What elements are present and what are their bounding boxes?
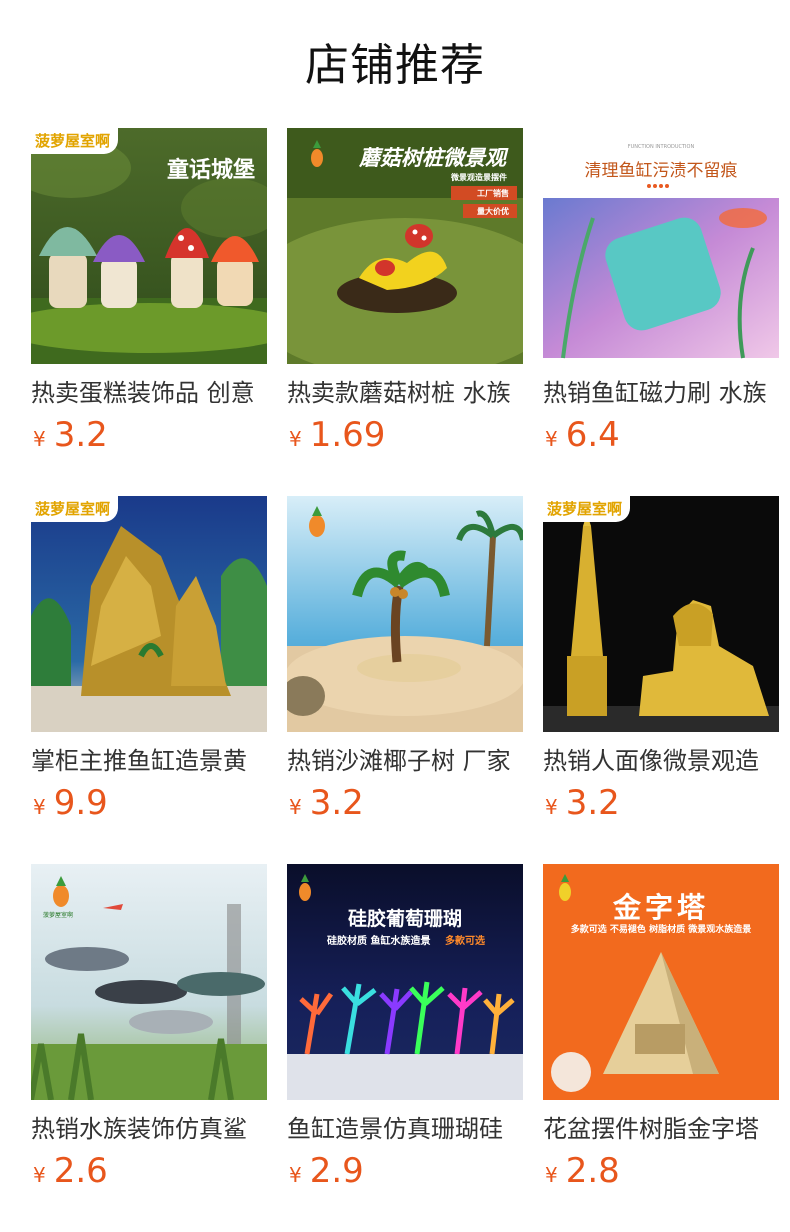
product-image[interactable]: 菠萝屋室啊 [31,496,267,732]
product-card[interactable]: 菠萝屋室啊 热销人面像微景观造 ¥ 3.2 [543,496,779,823]
currency-symbol: ¥ [545,427,558,451]
image-caption: FUNCTION INTRODUCTION [627,144,695,150]
product-title[interactable]: 热销鱼缸磁力刷 水族 [543,377,779,409]
section-title: 店铺推荐 [305,40,485,91]
price-value: 1.69 [309,415,386,455]
image-subtitle: 工厂销售 [477,189,509,198]
price-value: 2.9 [309,1151,364,1191]
product-card[interactable]: 硅胶葡萄珊瑚 硅胶材质 鱼缸水族造景 多款可选 鱼缸造景仿真珊瑚硅 ¥ 2.9 [287,864,523,1191]
image-caption: 童话城堡 [166,158,255,183]
product-card[interactable]: FUNCTION INTRODUCTION 清理鱼缸污渍不留痕 热销鱼缸磁力刷 … [543,128,779,455]
product-card[interactable]: 热销沙滩椰子树 厂家 ¥ 3.2 [287,496,523,823]
product-card[interactable]: 菠萝屋室啊 童话城堡 热卖蛋糕装饰品 创意 ¥ 3.2 [31,128,267,455]
currency-symbol: ¥ [289,1163,302,1187]
product-price: ¥ 3.2 [543,781,620,825]
price-value: 3.2 [309,783,364,823]
currency-symbol: ¥ [289,795,302,819]
image-subtitle: 硅胶材质 鱼缸水族造景 [327,936,431,947]
product-title[interactable]: 鱼缸造景仿真珊瑚硅 [287,1113,523,1145]
product-price: ¥ 1.69 [287,413,385,457]
price-value: 6.4 [565,415,620,455]
product-price: ¥ 9.9 [31,781,108,825]
brand-tag: 菠萝屋室啊 [31,128,119,154]
product-card[interactable]: 菠萝屋室啊 掌柜主推鱼缸造景黄 ¥ 9.9 [31,496,267,823]
product-price: ¥ 3.2 [31,413,108,457]
product-card[interactable]: 菠萝屋室啊 热销水族装饰仿真鲨 ¥ 2.6 [31,864,267,1191]
product-grid: 菠萝屋室啊 童话城堡 热卖蛋糕装饰品 创意 ¥ 3.2 蘑菇树桩微景观 微景观造… [31,128,779,1191]
product-price: ¥ 2.6 [31,1149,108,1193]
product-card[interactable]: 金字塔 多款可选 不易褪色 树脂材质 微景观水族造景 花盆摆件树脂金字塔 ¥ 2… [543,864,779,1191]
brand-tag: 菠萝屋室啊 [31,496,119,522]
price-value: 3.2 [53,415,108,455]
product-title[interactable]: 热销人面像微景观造 [543,745,779,777]
logo-text: 菠萝屋室啊 [43,912,74,919]
price-value: 2.6 [53,1151,108,1191]
image-caption: 蘑菇树桩微景观 [359,146,506,170]
currency-symbol: ¥ [33,795,46,819]
product-title[interactable]: 热销水族装饰仿真鲨 [31,1113,267,1145]
image-subtitle: 多款可选 不易褪色 树脂材质 微景观水族造景 [570,925,752,935]
image-subtitle: 微景观造景摆件 [451,173,507,182]
product-image[interactable] [287,496,523,732]
product-price: ¥ 2.9 [287,1149,364,1193]
product-price: ¥ 6.4 [543,413,620,457]
product-image[interactable]: FUNCTION INTRODUCTION 清理鱼缸污渍不留痕 [543,128,779,364]
product-image[interactable]: 硅胶葡萄珊瑚 硅胶材质 鱼缸水族造景 多款可选 [287,864,523,1100]
product-title[interactable]: 掌柜主推鱼缸造景黄 [31,745,267,777]
product-image[interactable]: 金字塔 多款可选 不易褪色 树脂材质 微景观水族造景 [543,864,779,1100]
price-value: 3.2 [565,783,620,823]
price-value: 2.8 [565,1151,620,1191]
product-image[interactable]: 蘑菇树桩微景观 微景观造景摆件 工厂销售 量大价优 [287,128,523,364]
image-caption: 清理鱼缸污渍不留痕 [584,161,738,181]
product-price: ¥ 3.2 [287,781,364,825]
price-value: 9.9 [53,783,108,823]
currency-symbol: ¥ [33,427,46,451]
image-subtitle: 多款可选 [445,936,485,947]
product-title[interactable]: 花盆摆件树脂金字塔 [543,1113,779,1145]
image-subtitle: 量大价优 [477,207,509,216]
brand-tag: 菠萝屋室啊 [543,496,631,522]
product-title[interactable]: 热卖蛋糕装饰品 创意 [31,377,267,409]
currency-symbol: ¥ [33,1163,46,1187]
product-card[interactable]: 蘑菇树桩微景观 微景观造景摆件 工厂销售 量大价优 热卖款蘑菇树桩 水族 ¥ 1… [287,128,523,455]
product-title[interactable]: 热销沙滩椰子树 厂家 [287,745,523,777]
product-title[interactable]: 热卖款蘑菇树桩 水族 [287,377,523,409]
currency-symbol: ¥ [545,795,558,819]
image-caption: 硅胶葡萄珊瑚 [347,908,462,930]
product-image[interactable]: 菠萝屋室啊 童话城堡 [31,128,267,364]
product-image[interactable]: 菠萝屋室啊 [543,496,779,732]
currency-symbol: ¥ [545,1163,558,1187]
image-caption: 金字塔 [612,891,709,924]
product-price: ¥ 2.8 [543,1149,620,1193]
currency-symbol: ¥ [289,427,302,451]
product-image[interactable]: 菠萝屋室啊 [31,864,267,1100]
